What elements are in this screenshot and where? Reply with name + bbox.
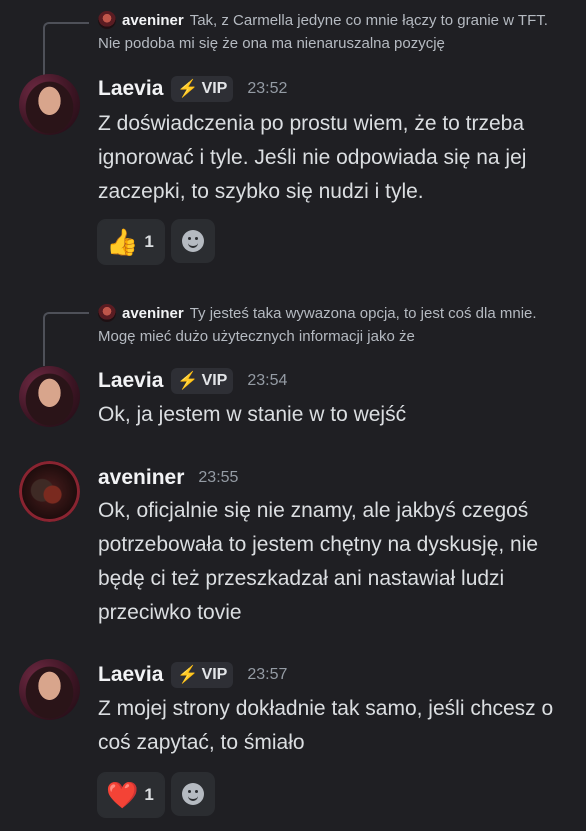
message-header: Laevia ⚡ VIP 23:57 (98, 660, 287, 690)
badge-label: VIP (201, 80, 228, 97)
vip-badge: ⚡ VIP (171, 662, 234, 688)
smiley-icon (181, 783, 204, 805)
vip-badge: ⚡ VIP (171, 368, 234, 394)
author-name[interactable]: Laevia (98, 77, 163, 101)
author-name[interactable]: Laevia (98, 663, 163, 687)
badge-label: VIP (201, 666, 228, 683)
message-header: Laevia ⚡ VIP 23:52 (98, 74, 287, 104)
reaction-thumbs-up[interactable]: 👍 1 (97, 219, 165, 265)
add-reaction-button[interactable] (170, 219, 215, 263)
badge-label: VIP (201, 372, 228, 389)
avatar[interactable] (19, 74, 80, 135)
lightning-icon: ⚡ (177, 371, 199, 390)
heart-icon: ❤️ (106, 780, 139, 810)
message-header: Laevia ⚡ VIP 23:54 (98, 366, 287, 396)
timestamp: 23:52 (247, 80, 288, 97)
reaction-bar: ❤️ 1 (97, 772, 215, 818)
reply-avatar (98, 11, 116, 29)
reply-author[interactable]: aveniner (122, 12, 184, 29)
message-header: aveniner 23:55 (98, 463, 238, 493)
avatar[interactable] (19, 461, 80, 522)
message-text: Z doświadczenia po prostu wiem, że to tr… (98, 112, 527, 203)
avatar[interactable] (19, 659, 80, 720)
author-name[interactable]: Laevia (98, 369, 163, 393)
message-text: Z mojej strony dokładnie tak samo, jeśli… (98, 697, 554, 754)
reaction-count: 1 (144, 785, 154, 804)
timestamp: 23:57 (247, 666, 288, 683)
lightning-icon: ⚡ (177, 665, 199, 684)
reply-author[interactable]: aveniner (122, 305, 184, 322)
reply-content: aveniner Ty jesteś taka wywazona opcja, t… (98, 302, 572, 348)
timestamp: 23:54 (247, 372, 288, 389)
reply-avatar (98, 304, 116, 322)
vip-badge: ⚡ VIP (171, 76, 234, 102)
reaction-bar: 👍 1 (97, 219, 215, 265)
smiley-icon (181, 230, 204, 252)
add-reaction-button[interactable] (170, 772, 215, 816)
reply-connector (43, 312, 89, 366)
message-text: Ok, oficjalnie się nie znamy, ale jakbyś… (98, 499, 539, 624)
reaction-heart[interactable]: ❤️ 1 (97, 772, 165, 818)
lightning-icon: ⚡ (177, 79, 199, 98)
avatar[interactable] (19, 366, 80, 427)
reply-content: aveniner Tak, z Carmella jedyne co mnie ł… (98, 9, 572, 55)
thumbs-up-icon: 👍 (106, 227, 139, 257)
author-name[interactable]: aveniner (98, 466, 184, 490)
message-text: Ok, ja jestem w stanie w to wejść (98, 403, 407, 426)
reply-connector (43, 22, 89, 76)
reaction-count: 1 (144, 232, 154, 251)
timestamp: 23:55 (198, 469, 239, 486)
